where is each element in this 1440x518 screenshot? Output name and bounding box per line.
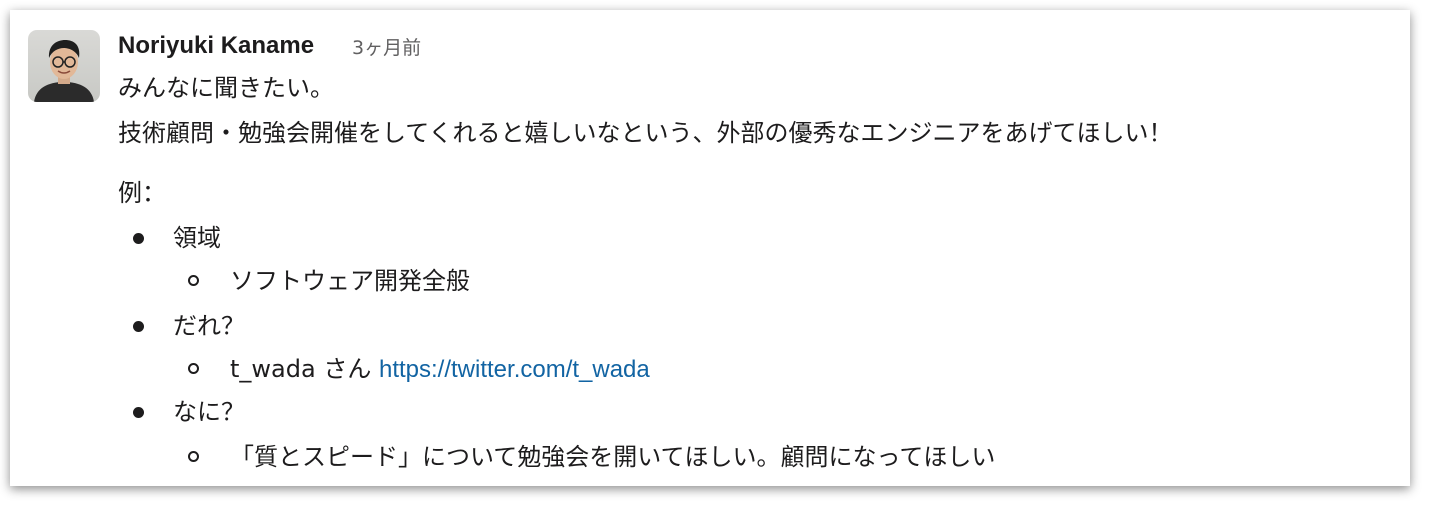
mention-name: t_wada さん	[230, 355, 372, 383]
sub-list-item: 「質とスピード」について勉強会を開いてほしい。顧問になってほしい	[230, 443, 996, 471]
bullet-icon	[133, 321, 144, 332]
message-line-2: 技術顧問・勉強会開催をしてくれると嬉しいなという、外部の優秀なエンジニアをあげて…	[118, 119, 1173, 147]
twitter-link[interactable]: https://twitter.com/t_wada	[379, 356, 650, 383]
message-card: Noriyuki Kaname 3ヶ月前 みんなに聞きたい。 技術顧問・勉強会開…	[10, 10, 1410, 486]
person-avatar-icon	[34, 40, 94, 102]
sub-bullet-icon	[188, 275, 199, 286]
sub-list-item: ソフトウェア開発全般	[230, 267, 470, 295]
list-item-label: なに？	[173, 398, 245, 426]
list-item-label: 領域	[173, 224, 221, 252]
sub-bullet-icon	[188, 451, 199, 462]
list-item-label: だれ？	[173, 312, 245, 340]
avatar[interactable]	[28, 30, 100, 102]
example-label: 例：	[118, 179, 166, 207]
bullet-icon	[133, 407, 144, 418]
sub-bullet-icon	[188, 363, 199, 374]
bullet-icon	[133, 233, 144, 244]
timestamp[interactable]: 3ヶ月前	[352, 37, 421, 59]
sub-list-item: t_wada さん https://twitter.com/t_wada	[230, 354, 650, 385]
author-name[interactable]: Noriyuki Kaname	[118, 32, 314, 60]
message-line-1: みんなに聞きたい。	[118, 74, 334, 102]
